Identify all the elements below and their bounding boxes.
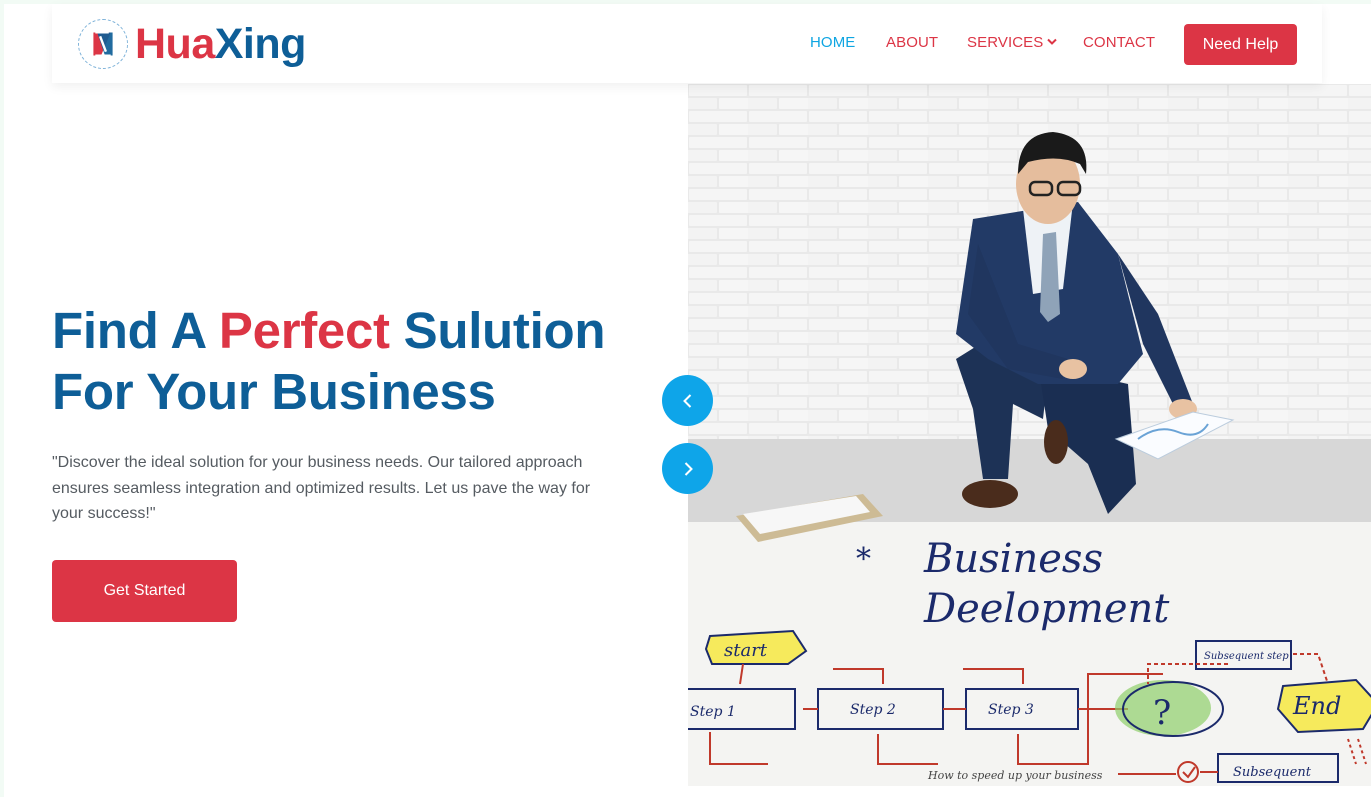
hero-title-part1: Find A [52, 302, 219, 359]
flow-footer-note: How to speed up your business [927, 769, 1103, 782]
flow-label-start: start [724, 640, 768, 661]
carousel-next-button[interactable] [662, 443, 713, 494]
get-started-button[interactable]: Get Started [52, 560, 237, 622]
flow-label-question: ? [1153, 693, 1171, 733]
need-help-button[interactable]: Need Help [1184, 24, 1297, 65]
illustration-heading-line2: Deelopment [923, 586, 1170, 632]
chevron-right-icon [684, 461, 693, 476]
flow-label-step1: Step 1 [690, 704, 736, 720]
illustration-heading-line1: Business [923, 536, 1103, 582]
hero-description: "Discover the ideal solution for your bu… [52, 454, 591, 522]
flow-label-step3: Step 3 [988, 702, 1034, 718]
hero-title: Find A Perfect Sulution For Your Busines… [52, 300, 652, 422]
nav-item-about[interactable]: ABOUT [886, 34, 938, 52]
illustration-star: * [856, 542, 871, 577]
flow-label-subsequent-bottom: Subsequent [1233, 765, 1312, 780]
flow-label-subsequent-top: Subsequent step [1204, 651, 1289, 662]
chevron-left-icon [682, 393, 691, 408]
flow-label-step2: Step 2 [850, 702, 896, 718]
main-nav: HOME ABOUT SERVICES CONTACT [52, 4, 1322, 83]
navbar: HuaXing HOME ABOUT SERVICES CONTACT Need… [52, 4, 1322, 83]
hero-title-line2: For Your Business [52, 363, 496, 420]
hero-title-accent: Perfect [218, 302, 390, 359]
nav-item-services[interactable]: SERVICES [967, 34, 1058, 52]
hero-image: * Business Deelopment start Step 1 Step … [688, 84, 1371, 786]
nav-item-contact[interactable]: CONTACT [1083, 34, 1155, 52]
carousel-prev-button[interactable] [662, 375, 713, 426]
nav-item-services-label: SERVICES [967, 34, 1044, 51]
flow-label-end: End [1292, 692, 1341, 720]
nav-item-home[interactable]: HOME [810, 34, 855, 52]
hero-title-part2: Sulution [389, 302, 606, 359]
chevron-down-icon [1047, 38, 1058, 46]
